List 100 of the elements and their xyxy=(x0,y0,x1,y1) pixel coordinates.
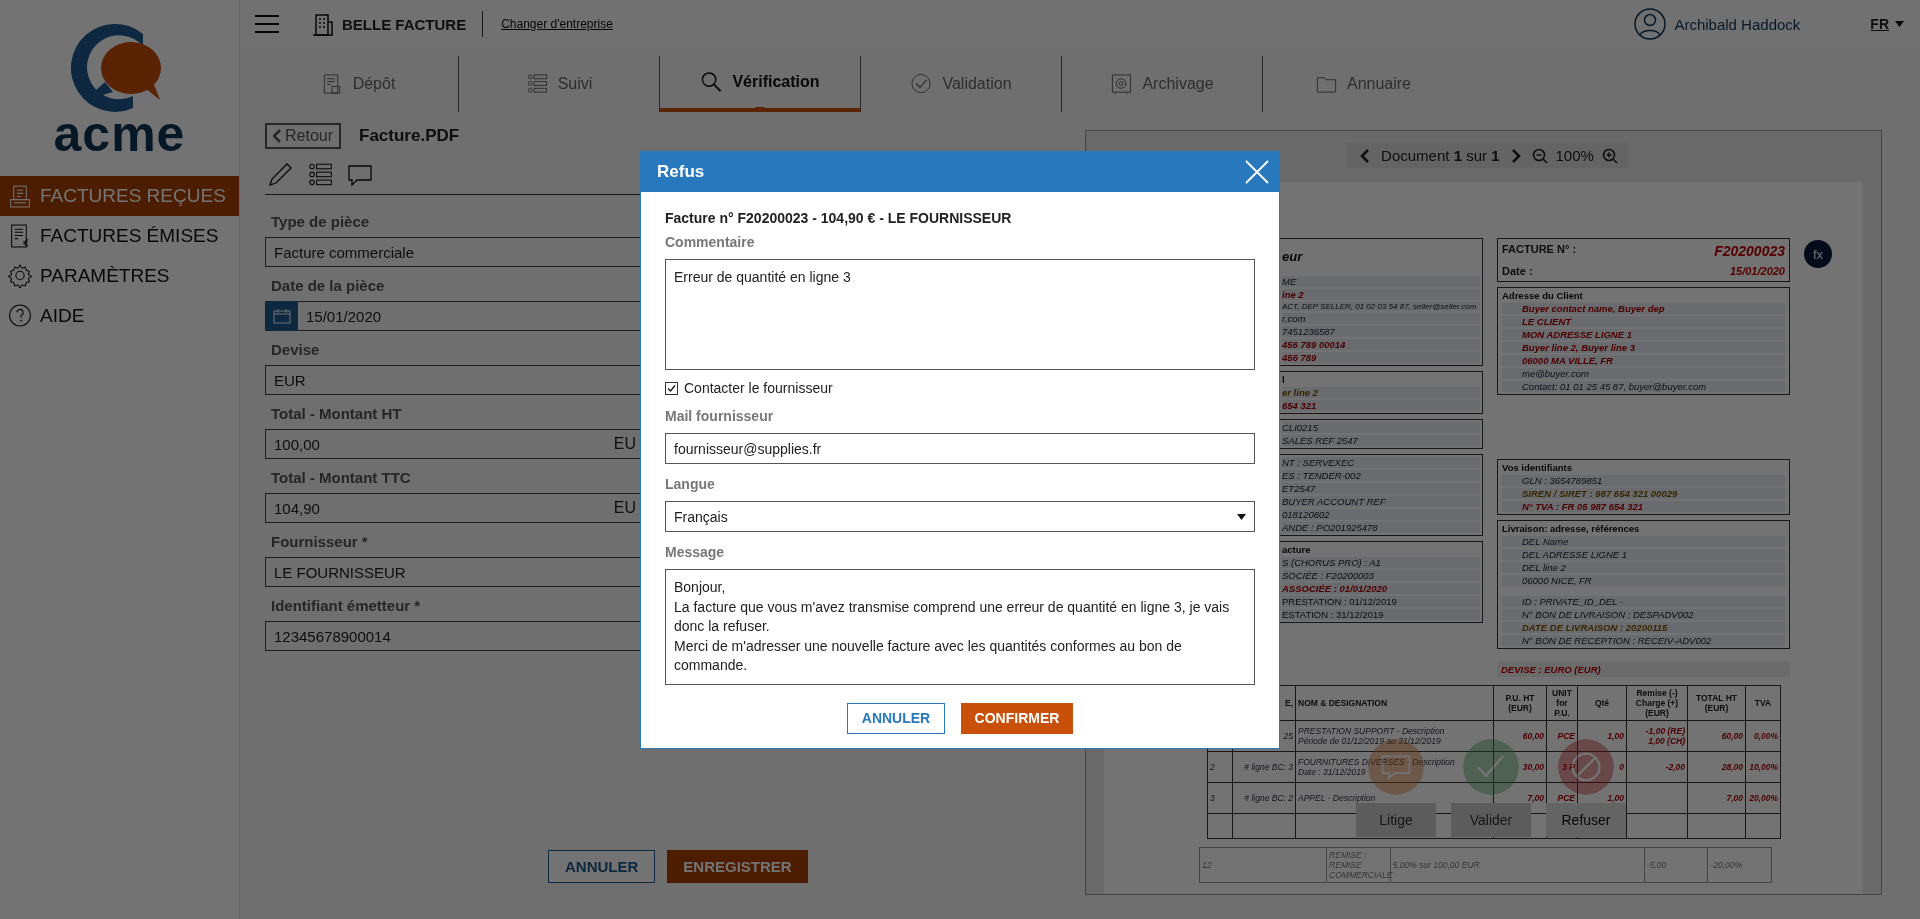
table-cell: 7,00 xyxy=(1687,782,1746,814)
document-text: DEL ADRESSE LIGNE 1 xyxy=(1502,549,1785,560)
check-icon[interactable] xyxy=(1463,739,1519,795)
pencil-icon[interactable] xyxy=(267,162,293,188)
back-button[interactable]: Retour xyxy=(265,123,342,149)
cancel-button[interactable]: ANNULER xyxy=(548,850,656,883)
column-header: Qté xyxy=(1577,685,1627,721)
document-text: ANDE : PO201925478 xyxy=(1282,522,1480,533)
field-label: Total - Montant HT xyxy=(271,405,402,422)
column-header: P.U. HT (EUR) xyxy=(1493,685,1547,721)
table-cell: 2 xyxy=(1207,751,1233,783)
cancel-button[interactable]: ANNULER xyxy=(847,702,945,734)
table-cell: 3 xyxy=(1207,782,1233,814)
tab[interactable]: Validation xyxy=(861,56,1062,112)
field-label: Mail fournisseur xyxy=(665,408,774,424)
file-name: Facture.PDF xyxy=(359,126,460,146)
tab[interactable]: Annuaire xyxy=(1263,56,1463,112)
document-text: r.com xyxy=(1282,313,1480,324)
menu-icon[interactable] xyxy=(254,14,280,34)
document-text: ME xyxy=(1282,276,1480,287)
document-text: SIREN / SIRET : 987 654 321 00029 xyxy=(1502,488,1785,499)
document-text: Adresse du Client xyxy=(1502,290,1584,301)
field-label: Fournisseur * xyxy=(271,533,368,550)
comment-icon[interactable] xyxy=(347,162,373,188)
save-button[interactable]: ENREGISTRER xyxy=(667,850,808,883)
invoice-date-label: Date : xyxy=(1502,265,1534,277)
field-label: Date de la pièce xyxy=(271,277,385,294)
calendar-icon[interactable] xyxy=(272,308,291,324)
action-button[interactable]: Valider xyxy=(1451,803,1531,837)
document-text: DATE DE LIVRAISON : 20200115 xyxy=(1502,622,1785,633)
inbox-tray-icon xyxy=(8,184,32,208)
document-text: LE CLIENT xyxy=(1502,316,1785,327)
column-header: TOTAL HT (EUR) xyxy=(1687,685,1746,721)
action-button[interactable]: Refuser xyxy=(1546,803,1626,837)
confirm-button[interactable]: CONFIRMER xyxy=(961,702,1073,734)
close-icon[interactable] xyxy=(1245,160,1269,184)
table-cell: # ligne BC: 3 xyxy=(1232,751,1296,783)
column-header: UNIT for P.U. xyxy=(1546,685,1578,721)
document-text: PRESTATION : 01/12/2019 xyxy=(1282,596,1480,607)
document-text: 7451236587 xyxy=(1282,326,1480,337)
logo-text: acme xyxy=(53,109,186,159)
document-text: 06000 MA VILLE, FR xyxy=(1502,355,1785,366)
currency-text: EU xyxy=(613,435,637,453)
company-logo: fx xyxy=(1804,240,1832,268)
sidebar-item[interactable]: FACTURES ÉMISES xyxy=(0,216,239,256)
table-cell: 0 xyxy=(1577,751,1627,783)
table-cell: 30,00 xyxy=(1493,751,1547,783)
field-label: Message xyxy=(665,544,725,560)
table-cell: REMISE : REMISE COMMERCIALE xyxy=(1326,847,1391,883)
sidebar-item[interactable]: FACTURES REÇUES xyxy=(0,176,239,216)
document-text: SALES REF 2547 xyxy=(1282,435,1480,446)
tab[interactable]: Archivage xyxy=(1062,56,1263,112)
message-field[interactable]: Bonjour, La facture que vous m'avez transmise comprend une erreur de quantité en ligne 3, je vais donc la refuser. Merci de m'adresser une nouvelle facture avec les quantités conformes au bon de commande. xyxy=(665,569,1255,685)
document-text: Vos identifiants xyxy=(1502,462,1574,473)
document-text: 06000 NICE, FR xyxy=(1502,575,1785,586)
zoom-in-icon[interactable] xyxy=(1601,147,1618,164)
checkbox[interactable] xyxy=(665,381,678,395)
page-indicator: Document 1 sur 1 xyxy=(1381,147,1500,164)
email-field[interactable]: fournisseur@supplies.fr xyxy=(665,433,1255,464)
document-text: NT : SERVEXEC xyxy=(1282,457,1480,468)
language-dropdown[interactable]: FR xyxy=(1870,16,1904,32)
table-cell: 12 xyxy=(1199,847,1327,883)
sidebar-item[interactable]: AIDE xyxy=(0,296,239,336)
document-text: ASSOCIÉE : 01/01/2020 xyxy=(1282,583,1480,594)
column-header: TVA xyxy=(1745,685,1781,721)
zoom-out-icon[interactable] xyxy=(1531,147,1548,164)
column-header: Remise (-) Charge (+) (EUR) xyxy=(1626,685,1688,721)
document-text: CLI0215 xyxy=(1282,422,1480,433)
table-cell: 1,00 xyxy=(1577,720,1627,752)
document-text: N° TVA : FR 05 987 654 321 xyxy=(1502,501,1785,512)
user-name[interactable]: Archibald Haddock xyxy=(1674,15,1801,33)
document-text: DEL Name xyxy=(1502,536,1785,547)
document-text: ES : TENDER-002 xyxy=(1282,470,1480,481)
sidebar-item[interactable]: PARAMÈTRES xyxy=(0,256,239,296)
document-text: Contact: 01 01 25 45 87, buyer@buyer.com xyxy=(1502,381,1785,392)
list-icon[interactable] xyxy=(307,162,333,188)
user-avatar-icon[interactable] xyxy=(1634,8,1667,40)
table-cell: PCE xyxy=(1546,720,1578,752)
caret-icon xyxy=(1895,21,1904,27)
comment-field[interactable]: Erreur de quantité en ligne 3 xyxy=(665,259,1255,370)
caret-icon xyxy=(1237,513,1246,520)
field-label: Total - Montant TTC xyxy=(271,469,411,486)
document-text: eur xyxy=(1282,249,1304,264)
tab[interactable]: Suivi xyxy=(459,56,660,112)
field-label: Devise xyxy=(271,341,320,358)
change-company-link[interactable]: Changer d'entreprise xyxy=(501,17,613,31)
table-cell: 20,00% xyxy=(1745,782,1781,814)
table-cell: 28,00 xyxy=(1687,751,1746,783)
action-button[interactable]: Litige xyxy=(1356,803,1436,837)
forbidden-icon[interactable] xyxy=(1558,739,1614,795)
column-header: NOM & DESIGNATION xyxy=(1295,685,1494,721)
document-text: 654 321 xyxy=(1282,400,1480,411)
language-select[interactable]: Français xyxy=(665,501,1255,532)
chevron-left-icon xyxy=(273,129,281,143)
table-cell: PRESTATION SUPPORT - Description Période de 01/12/2019 au 31/12/2019 xyxy=(1295,720,1494,752)
dialog-title: Refus xyxy=(657,162,705,182)
contact-checkbox[interactable]: Contacter le fournisseur xyxy=(665,380,1255,396)
search-icon xyxy=(700,71,723,93)
list-icon xyxy=(525,73,548,95)
tab[interactable]: Dépôt xyxy=(258,56,459,112)
